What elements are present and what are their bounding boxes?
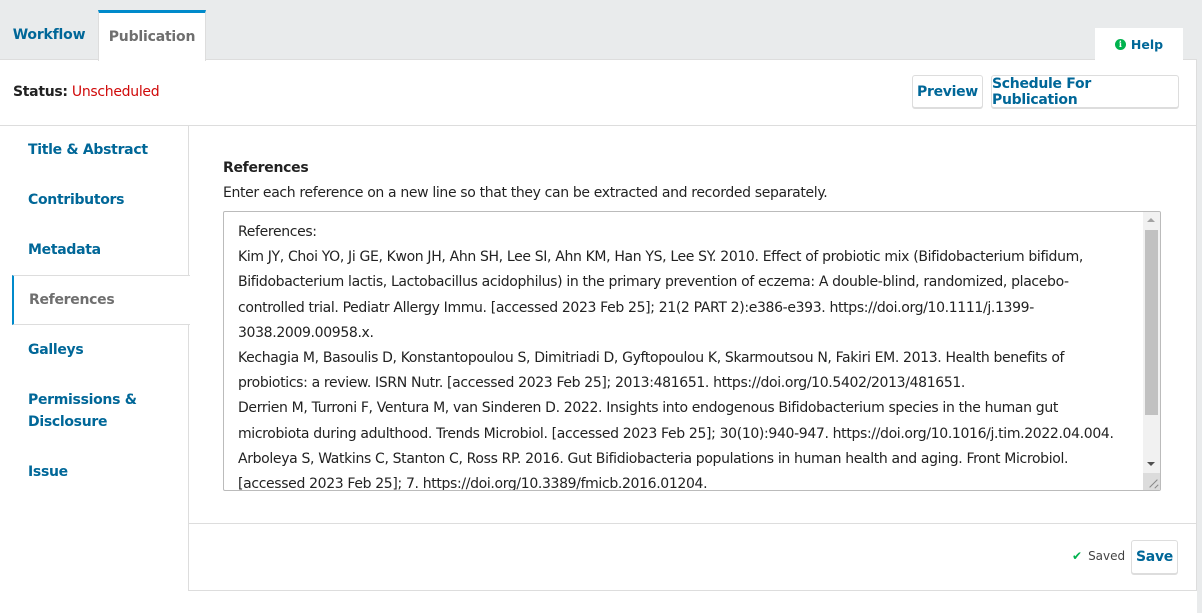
references-field-description: Enter each reference on a new line so th… — [223, 185, 828, 201]
references-textarea[interactable]: References: Kim JY, Choi YO, Ji GE, Kwon… — [224, 212, 1144, 490]
textarea-scrollbar[interactable] — [1143, 212, 1160, 490]
page-gutter — [1197, 59, 1202, 613]
check-icon: ✔ — [1072, 549, 1083, 563]
help-button[interactable]: i Help — [1095, 28, 1183, 61]
resize-handle-icon[interactable] — [1143, 473, 1160, 490]
preview-button[interactable]: Preview — [912, 75, 983, 108]
schedule-for-publication-button[interactable]: Schedule For Publication — [991, 75, 1179, 108]
sidebar-item-title-abstract[interactable]: Title & Abstract — [0, 139, 189, 161]
status-label: Status: — [13, 84, 68, 100]
scrollbar-thumb[interactable] — [1145, 230, 1158, 415]
references-textarea-container: References: Kim JY, Choi YO, Ji GE, Kwon… — [223, 211, 1161, 491]
footer-divider — [189, 523, 1197, 524]
sidebar-item-metadata[interactable]: Metadata — [0, 239, 189, 261]
tab-publication[interactable]: Publication — [98, 10, 206, 61]
sidebar-item-permissions-disclosure[interactable]: Permissions & Disclosure — [0, 389, 160, 433]
tab-workflow[interactable]: Workflow — [0, 10, 98, 60]
scroll-up-arrow-icon[interactable] — [1147, 218, 1155, 222]
status-value: Unscheduled — [71, 84, 160, 100]
sidebar-item-issue[interactable]: Issue — [0, 461, 189, 483]
sidebar-item-contributors[interactable]: Contributors — [0, 189, 189, 211]
sidebar-item-references[interactable]: References — [12, 275, 190, 325]
save-button[interactable]: Save — [1131, 540, 1178, 574]
help-label: Help — [1130, 37, 1164, 52]
references-field-label: References — [223, 160, 309, 176]
sidebar-item-galleys[interactable]: Galleys — [0, 339, 189, 361]
scroll-down-arrow-icon[interactable] — [1147, 462, 1155, 466]
saved-label: Saved — [1088, 549, 1126, 563]
publication-status: Status: Unscheduled — [13, 84, 160, 100]
info-icon: i — [1114, 39, 1126, 50]
saved-indicator: ✔ Saved — [1072, 549, 1125, 563]
